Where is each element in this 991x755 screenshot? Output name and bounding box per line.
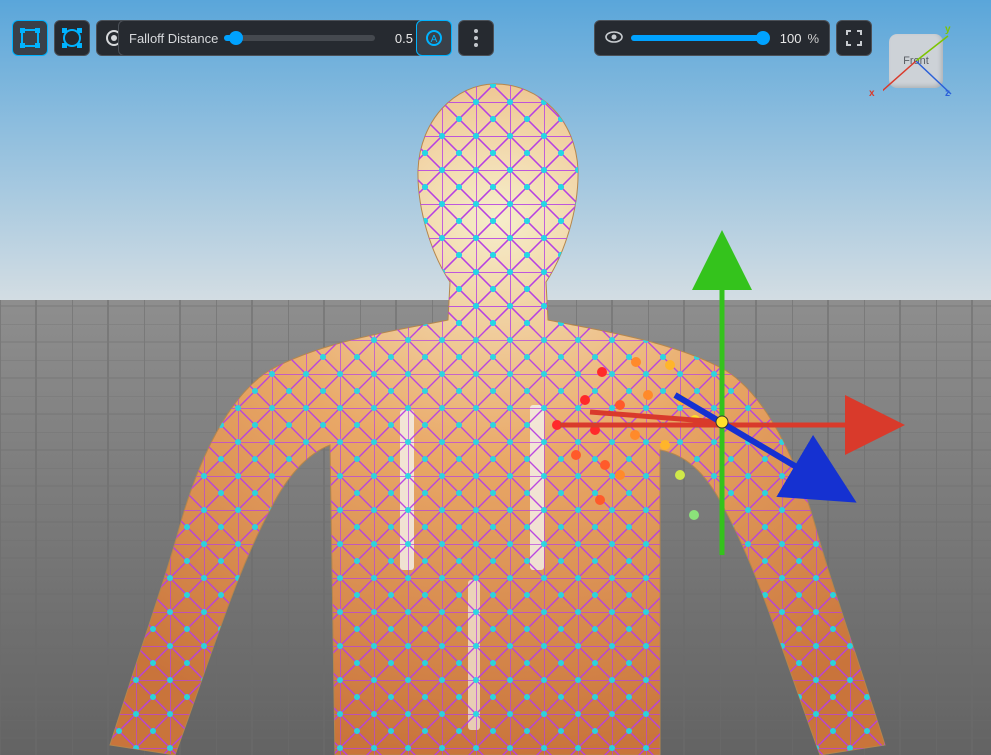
falloff-slider[interactable] bbox=[224, 35, 375, 41]
visibility-slider-box: 100 % bbox=[594, 20, 830, 56]
lattice-select-button[interactable] bbox=[12, 20, 48, 56]
axis-orientation-widget[interactable]: Front y x z bbox=[883, 28, 963, 108]
falloff-slider-box: Falloff Distance 0.5 bbox=[118, 20, 424, 56]
axis-x-label: x bbox=[869, 88, 875, 99]
falloff-label: Falloff Distance bbox=[129, 31, 218, 46]
eye-icon bbox=[605, 30, 623, 47]
fullscreen-button[interactable] bbox=[836, 20, 872, 56]
reset-cage-button[interactable]: A bbox=[416, 20, 452, 56]
axis-cube-face[interactable]: Front bbox=[889, 34, 943, 88]
axis-z-label: z bbox=[945, 88, 950, 99]
visibility-value: 100 bbox=[773, 31, 801, 46]
visibility-unit: % bbox=[807, 31, 819, 46]
axis-y-label: y bbox=[945, 24, 951, 35]
visibility-slider[interactable] bbox=[631, 35, 763, 41]
svg-text:A: A bbox=[431, 34, 438, 45]
soft-select-button[interactable] bbox=[54, 20, 90, 56]
falloff-value: 0.5 bbox=[385, 31, 413, 46]
more-menu-button[interactable] bbox=[458, 20, 494, 56]
viewport-3d[interactable] bbox=[0, 0, 991, 755]
